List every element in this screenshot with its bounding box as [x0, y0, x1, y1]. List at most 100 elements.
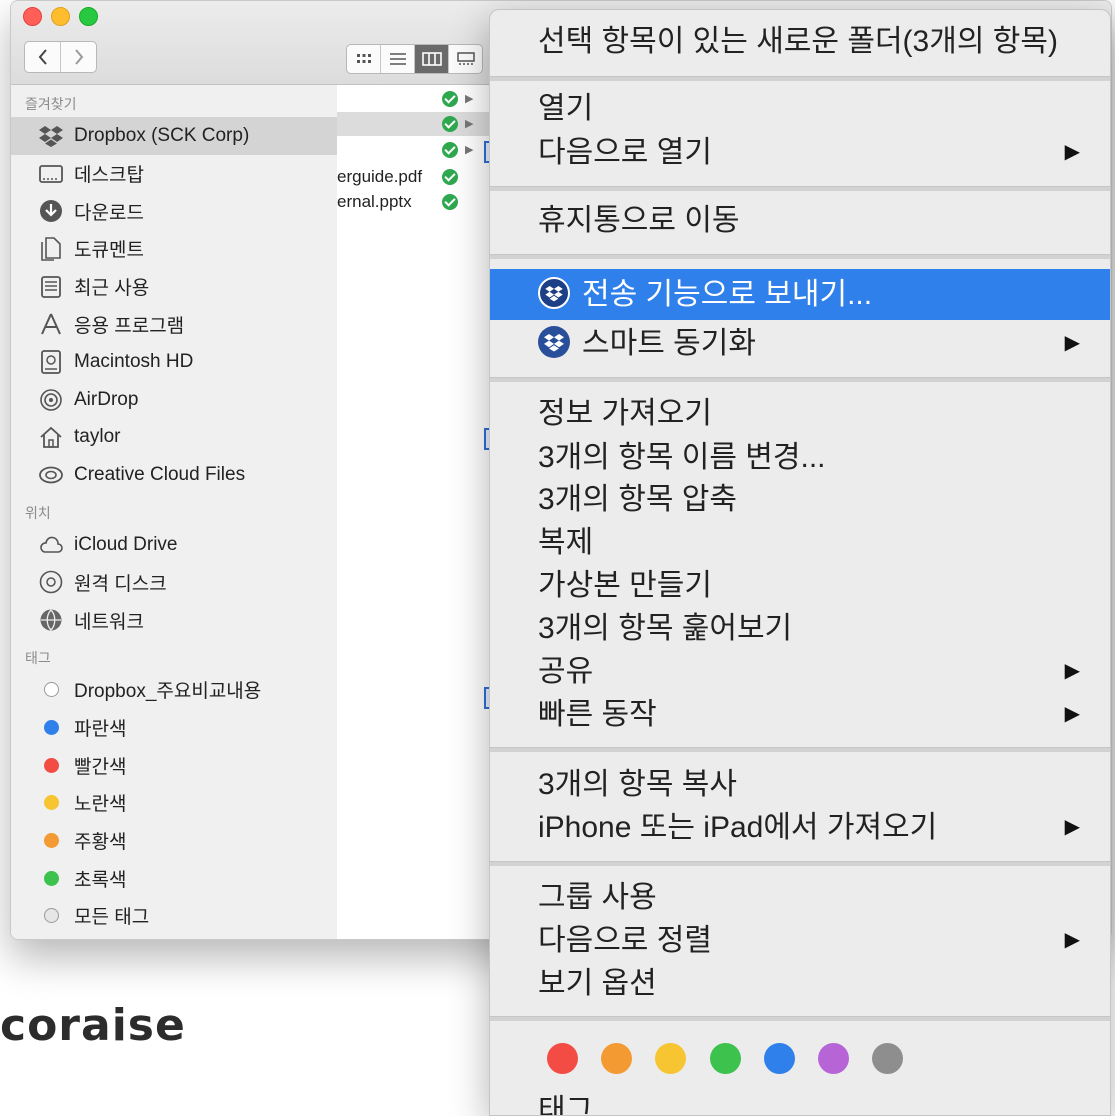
chevron-left-icon [38, 49, 47, 65]
menu-separator [490, 1016, 1110, 1021]
sidebar-item-applications[interactable]: 응용 프로그램 [11, 305, 337, 343]
creative-cloud-icon [39, 463, 63, 487]
tag-color-green[interactable] [710, 1043, 741, 1074]
tag-color-red[interactable] [547, 1043, 578, 1074]
menu-item-label: 3개의 항목 훑어보기 [538, 612, 793, 645]
synced-check-icon [442, 91, 458, 107]
icon-view-button[interactable] [347, 45, 380, 73]
network-icon [39, 608, 63, 632]
menu-item-label: 태그 [538, 1094, 594, 1116]
menu-item-sort-by[interactable]: 다음으로 정렬 ▶ [490, 919, 1110, 962]
file-row[interactable]: ▶ [337, 87, 489, 111]
menu-item-view-options[interactable]: 보기 옵션 [490, 962, 1110, 1005]
menu-item-get-info[interactable]: 정보 가져오기 [490, 392, 1110, 435]
sidebar-item-macintosh-hd[interactable]: Macintosh HD [11, 343, 337, 381]
tag-dot-icon [39, 791, 63, 815]
file-row[interactable]: ernal.pptx [337, 190, 489, 214]
sidebar-item-label: 빨간색 [74, 756, 127, 778]
sidebar-item-remote-disc[interactable]: 원격 디스크 [11, 564, 337, 602]
menu-item-use-groups[interactable]: 그룹 사용 [490, 876, 1110, 919]
tag-color-yellow[interactable] [655, 1043, 686, 1074]
sidebar-item-documents[interactable]: 도큐멘트 [11, 230, 337, 268]
menu-item-open-with[interactable]: 다음으로 열기 ▶ [490, 131, 1110, 174]
sidebar-tag-green[interactable]: 초록색 [11, 859, 337, 897]
sidebar-item-downloads[interactable]: 다운로드 [11, 192, 337, 230]
sidebar-tag-red[interactable]: 빨간색 [11, 746, 337, 784]
gallery-view-button[interactable] [448, 45, 482, 73]
menu-item-compress[interactable]: 3개의 항목 압축 [490, 478, 1110, 521]
back-button[interactable] [25, 42, 60, 72]
tag-color-blue[interactable] [764, 1043, 795, 1074]
sidebar-item-label: iCloud Drive [74, 533, 178, 555]
zoom-window-button[interactable] [79, 7, 98, 26]
menu-item-quick-actions[interactable]: 빠른 동작 ▶ [490, 693, 1110, 736]
sidebar-item-label: Dropbox (SCK Corp) [74, 124, 250, 146]
menu-item-share[interactable]: 공유 ▶ [490, 650, 1110, 693]
sidebar-item-label: 모든 태그 [74, 907, 150, 929]
sidebar-item-icloud-drive[interactable]: iCloud Drive [11, 526, 337, 564]
sidebar: 즐겨찾기 Dropbox (SCK Corp) 데스크탑 다운로드 도큐멘트 최… [11, 85, 338, 939]
sidebar-item-label: Dropbox_주요비교내용 [74, 681, 262, 703]
sidebar-tag-blue[interactable]: 파란색 [11, 709, 337, 747]
sidebar-tag-all[interactable]: 모든 태그 [11, 897, 337, 935]
menu-item-label: 스마트 동기화 [582, 327, 756, 360]
menu-item-tags[interactable]: 태그 [490, 1089, 1110, 1116]
forward-button[interactable] [60, 42, 96, 72]
minimize-window-button[interactable] [51, 7, 70, 26]
menu-separator [490, 747, 1110, 752]
column-view-button[interactable] [414, 45, 448, 73]
file-row[interactable]: ▶ [337, 112, 489, 136]
menu-item-label: 다음으로 열기 [538, 136, 712, 169]
sidebar-item-label: Macintosh HD [74, 350, 194, 372]
tag-color-purple[interactable] [818, 1043, 849, 1074]
synced-check-icon [442, 194, 458, 210]
file-row[interactable]: ▶ [337, 138, 489, 162]
sidebar-tag-dropbox[interactable]: Dropbox_주요비교내용 [11, 671, 337, 709]
menu-item-make-alias[interactable]: 가상본 만들기 [490, 564, 1110, 607]
submenu-arrow-icon: ▶ [1064, 332, 1080, 354]
cloud-icon [39, 533, 63, 557]
list-view-button[interactable] [380, 45, 414, 73]
desktop-icon [39, 162, 63, 186]
tag-dot-icon [39, 678, 63, 702]
menu-item-open[interactable]: 열기 [490, 87, 1110, 130]
menu-separator [490, 861, 1110, 866]
tag-color-orange[interactable] [601, 1043, 632, 1074]
menu-item-duplicate[interactable]: 복제 [490, 521, 1110, 564]
tag-dot-icon [39, 829, 63, 853]
sidebar-item-desktop[interactable]: 데스크탑 [11, 155, 337, 193]
menu-item-copy[interactable]: 3개의 항목 복사 [490, 763, 1110, 806]
synced-check-icon [442, 142, 458, 158]
sidebar-tag-orange[interactable]: 주황색 [11, 822, 337, 860]
menu-item-label: 3개의 항목 이름 변경... [538, 441, 826, 474]
submenu-arrow-icon: ▶ [1064, 816, 1080, 838]
sidebar-item-network[interactable]: 네트워크 [11, 601, 337, 639]
file-name: ernal.pptx [337, 192, 412, 211]
menu-item-rename[interactable]: 3개의 항목 이름 변경... [490, 436, 1110, 479]
menu-item-send-with-transfer[interactable]: 전송 기능으로 보내기... [490, 269, 1110, 320]
recents-icon [39, 275, 63, 299]
sidebar-item-dropbox[interactable]: Dropbox (SCK Corp) [11, 117, 337, 155]
sidebar-item-airdrop[interactable]: AirDrop [11, 381, 337, 419]
file-row[interactable]: erguide.pdf [337, 165, 489, 189]
menu-item-new-folder-with-selection[interactable]: 선택 항목이 있는 새로운 폴더(3개의 항목) [490, 20, 1110, 63]
sidebar-tag-yellow[interactable]: 노란색 [11, 784, 337, 822]
menu-item-label: 복제 [538, 526, 594, 559]
file-column: ▶ ▶ ▶ erguide.pdf ernal.pptx [337, 85, 490, 939]
tag-color-gray[interactable] [872, 1043, 903, 1074]
menu-item-quick-look[interactable]: 3개의 항목 훑어보기 [490, 607, 1110, 650]
menu-item-move-to-trash[interactable]: 휴지통으로 이동 [490, 199, 1110, 242]
tag-dot-icon [39, 866, 63, 890]
sidebar-item-recents[interactable]: 최근 사용 [11, 268, 337, 306]
file-name: erguide.pdf [337, 167, 423, 186]
menu-item-import-from-iphone[interactable]: iPhone 또는 iPad에서 가져오기 ▶ [490, 806, 1110, 849]
sidebar-item-creative-cloud[interactable]: Creative Cloud Files [11, 456, 337, 494]
menu-item-label: 보기 옵션 [538, 967, 657, 1000]
menu-item-label: 공유 [538, 655, 594, 688]
close-window-button[interactable] [23, 7, 42, 26]
sidebar-item-taylor[interactable]: taylor [11, 419, 337, 457]
sidebar-item-label: 노란색 [74, 794, 127, 816]
home-icon [39, 425, 63, 449]
menu-item-smart-sync[interactable]: 스마트 동기화 ▶ [490, 322, 1110, 365]
disclosure-arrow-icon: ▶ [465, 93, 474, 105]
